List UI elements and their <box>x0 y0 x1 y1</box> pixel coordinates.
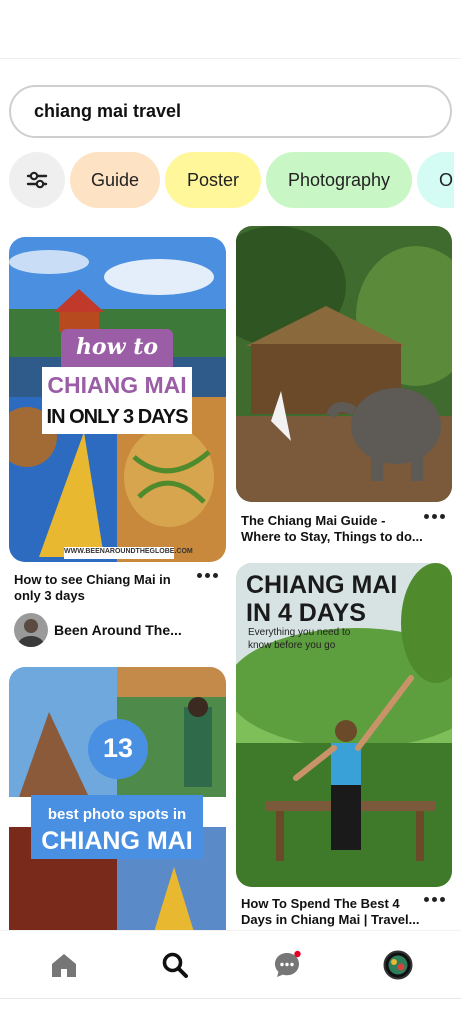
more-options-icon[interactable] <box>197 572 219 580</box>
nav-search[interactable] <box>158 948 192 982</box>
pin-title-line: only 3 days <box>14 588 85 603</box>
bottom-nav <box>0 930 461 1001</box>
pin-overlay-line2: IN 4 DAYS <box>246 599 366 627</box>
notification-dot <box>294 950 301 958</box>
bottom-divider <box>0 998 461 999</box>
search-icon <box>162 952 188 978</box>
author-name[interactable]: Been Around The... <box>54 622 182 638</box>
pin-overlay-subline: IN ONLY 3 DAYS <box>46 406 189 428</box>
home-icon <box>52 954 76 977</box>
pin-overlay-line1: CHIANG MAI <box>246 571 398 599</box>
sliders-icon <box>26 171 48 189</box>
chip-photography-label: Photography <box>287 169 391 190</box>
pin-title-line: How To Spend The Best 4 <box>241 896 400 911</box>
messages-icon <box>275 950 301 977</box>
filter-button[interactable] <box>9 152 65 208</box>
pin-image-chiang-mai-4-days[interactable]: CHIANG MAI IN 4 DAYS Everything you need… <box>236 563 452 887</box>
chip-partial-label: O <box>439 169 454 190</box>
pin-image-photo-spots[interactable]: 13 best photo spots in CHIANG MAI <box>9 667 226 932</box>
author-avatar[interactable] <box>14 613 48 647</box>
profile-avatar <box>383 950 413 980</box>
nav-home[interactable] <box>47 948 81 982</box>
pin-title-line: Days in Chiang Mai | Travel... <box>241 912 420 927</box>
pin-title-line: How to see Chiang Mai in <box>14 572 171 587</box>
pin-overlay-sub1: Everything you need to <box>248 627 351 638</box>
search-query[interactable]: chiang mai travel <box>34 101 181 122</box>
pin-overlay-line1: best photo spots in <box>47 806 187 823</box>
pin-title-line: The Chiang Mai Guide - <box>241 513 386 528</box>
chip-guide[interactable]: Guide <box>70 152 160 208</box>
more-options-icon[interactable] <box>424 896 446 904</box>
top-divider <box>0 58 461 59</box>
pin-overlay-sub2: know before you go <box>248 640 336 651</box>
more-options-icon[interactable] <box>424 513 446 521</box>
pin-overlay-headline: CHIANG MAI <box>47 372 187 398</box>
nav-profile[interactable] <box>381 948 415 982</box>
chip-poster[interactable]: Poster <box>165 152 261 208</box>
nav-messages[interactable] <box>270 948 304 982</box>
filter-chips: Guide Poster Photography O <box>9 152 454 208</box>
pin-overlay-line2: CHIANG MAI <box>41 827 193 855</box>
chip-poster-label: Poster <box>186 169 240 190</box>
chip-partial[interactable]: O <box>417 152 454 208</box>
pin-image-chiang-mai-3-days[interactable]: how to see CHIANG MAI IN ONLY 3 DAYS WWW… <box>9 237 226 562</box>
pin-title-2[interactable]: The Chiang Mai Guide - Where to Stay, Th… <box>241 513 426 545</box>
pin-image-chiang-mai-guide[interactable] <box>236 226 452 502</box>
pin-title-1[interactable]: How to see Chiang Mai in only 3 days <box>14 572 194 604</box>
pin-overlay-number: 13 <box>102 733 134 763</box>
search-input[interactable]: chiang mai travel <box>9 85 452 138</box>
pin-title-line: Where to Stay, Things to do... <box>241 529 423 544</box>
pin-overlay-url: WWW.BEENAROUNDTHEGLOBE.COM <box>64 548 193 555</box>
chip-photography[interactable]: Photography <box>266 152 412 208</box>
pin-title-4[interactable]: How To Spend The Best 4 Days in Chiang M… <box>241 896 426 928</box>
chip-guide-label: Guide <box>90 169 140 190</box>
